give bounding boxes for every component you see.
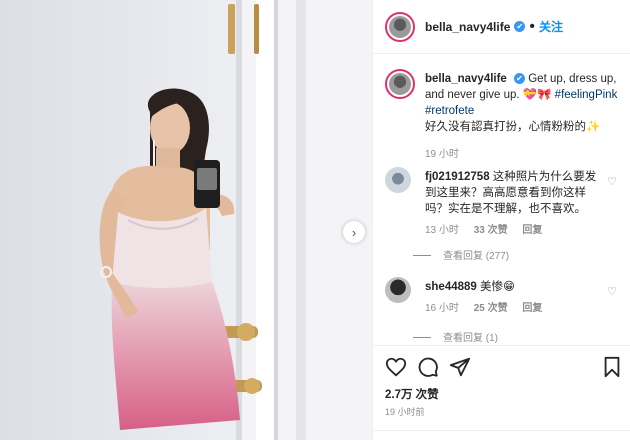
comment-icon[interactable] <box>417 356 439 378</box>
view-replies-label: 查看回复 (1) <box>443 333 498 344</box>
caption-username[interactable]: bella_navy4life <box>425 73 507 85</box>
comment-body: 美惨😁 <box>480 281 515 293</box>
like-count[interactable]: 2.7万 次赞 <box>385 386 439 402</box>
comment-time: 16 小时 <box>425 303 459 314</box>
caption-avatar[interactable] <box>385 69 415 99</box>
verified-badge-icon: ✔ <box>514 21 526 32</box>
next-photo-button[interactable]: › <box>343 221 365 243</box>
caption-text: bella_navy4life ✔ Get up, dress up, and … <box>425 71 625 163</box>
separator-dot: • <box>529 17 535 35</box>
commenter-avatar[interactable] <box>385 277 411 303</box>
instagram-post: › bella_navy4life ✔ • 关注 bella_navy4life… <box>0 0 630 440</box>
replies-divider <box>413 337 431 338</box>
comment-meta: 16 小时 25 次赞 回复 <box>425 301 605 317</box>
caption-line2: 好久没有認真打扮，心情粉粉的✨ <box>425 121 601 133</box>
post-sidebar: bella_navy4life ✔ • 关注 bella_navy4life ✔… <box>372 0 630 440</box>
bookmark-icon[interactable] <box>601 356 623 378</box>
comment-username[interactable]: fj021912758 <box>425 171 490 183</box>
post-timestamp: 19 小时前 <box>385 407 425 417</box>
hashtag-retrofete[interactable]: #retrofete <box>425 105 474 117</box>
avatar[interactable] <box>385 11 415 42</box>
view-replies-link[interactable]: 查看回复 (277) <box>413 247 509 262</box>
view-replies-link[interactable]: 查看回复 (1) <box>413 329 498 344</box>
comment-text: she44889 美惨😁 16 小时 25 次赞 回复 <box>425 279 605 317</box>
heart-icon[interactable] <box>385 356 407 378</box>
comment-time: 13 小时 <box>425 225 459 236</box>
reply-button[interactable]: 回复 <box>522 225 542 236</box>
caption-time: 19 小时 <box>425 149 459 160</box>
follow-button[interactable]: 关注 <box>539 18 563 35</box>
comment-like-heart-icon[interactable]: ♡ <box>607 175 617 188</box>
header-username[interactable]: bella_navy4life <box>425 20 510 34</box>
share-icon[interactable] <box>449 356 471 378</box>
comment-likes[interactable]: 33 次赞 <box>474 225 508 236</box>
chevron-right-icon: › <box>351 224 357 240</box>
reply-button[interactable]: 回复 <box>522 303 542 314</box>
caption-emoji: 💝🎀 <box>522 89 552 101</box>
view-replies-label: 查看回复 (277) <box>443 251 510 262</box>
post-photo: › <box>0 0 372 440</box>
comment-meta: 13 小时 33 次赞 回复 <box>425 223 605 239</box>
commenter-avatar[interactable] <box>385 167 411 193</box>
comment-username[interactable]: she44889 <box>425 281 477 293</box>
comment-text: fj021912758 这种照片为什么要发到这里来？高高愿意看到你这样吗？实在是… <box>425 169 605 239</box>
hashtag-feelingpink[interactable]: #feelingPink <box>555 89 618 101</box>
replies-divider <box>413 255 431 256</box>
photo-illustration <box>99 0 372 440</box>
comment-likes[interactable]: 25 次赞 <box>474 303 508 314</box>
comments-pane: bella_navy4life ✔ Get up, dress up, and … <box>373 55 630 345</box>
action-bar: 2.7万 次赞 19 小时前 <box>373 345 630 440</box>
verified-badge-icon: ✔ <box>514 73 526 84</box>
comment-like-heart-icon[interactable]: ♡ <box>607 285 617 298</box>
post-header: bella_navy4life ✔ • 关注 <box>373 0 630 54</box>
add-comment-bar[interactable] <box>373 430 630 440</box>
